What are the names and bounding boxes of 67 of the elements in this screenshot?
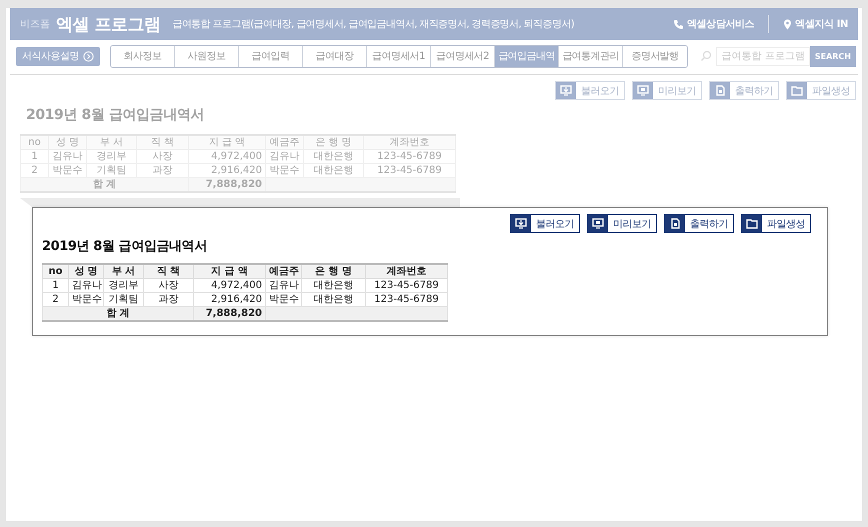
table-cell: 4,972,400 [194, 278, 266, 292]
monitor-icon [592, 218, 604, 229]
nav-tab[interactable]: 회사정보 [111, 46, 175, 66]
header-subtitle: 급여통합 프로그램(급여대장, 급여명세서, 급여입금내역서, 재직증명서, 경력증명서, 퇴직증명서) [172, 18, 574, 31]
column-header: 계좌번호 [364, 135, 456, 150]
report-title: 2019년 8월 급여입금내역서 [26, 106, 206, 124]
column-header: 성 명 [48, 135, 86, 150]
total-label: 합 계 [42, 306, 194, 321]
toolbar-button[interactable]: 파일생성 [786, 81, 856, 100]
table-cell: 경리부 [104, 278, 144, 292]
column-header: 부 서 [86, 135, 136, 150]
table-cell: 사장 [136, 150, 188, 164]
table-cell: 경리부 [86, 150, 136, 164]
nav-tab[interactable]: 급여입금내역 [495, 46, 559, 66]
table-cell: 사장 [144, 278, 194, 292]
table-cell: 김유나 [266, 278, 302, 292]
location-pin-icon [783, 18, 792, 30]
header-link[interactable]: 엑셀지식 IN [783, 17, 848, 31]
column-header: 계좌번호 [366, 264, 448, 278]
toolbar-button[interactable]: 불러오기 [555, 81, 625, 100]
column-header: 은 행 명 [304, 135, 364, 150]
toolbar-button[interactable]: 출력하기 [664, 214, 734, 233]
search-button[interactable]: SEARCH [810, 46, 856, 66]
folder-icon [746, 218, 758, 229]
table-cell: 김유나 [266, 150, 304, 164]
header-link[interactable]: 엑셀상담서비스 [673, 17, 754, 31]
document-icon [669, 218, 681, 229]
total-amount: 7,888,820 [194, 306, 266, 321]
table-cell: 1 [20, 150, 48, 164]
toolbar-button[interactable]: 불러오기 [510, 214, 580, 233]
column-header: 예금주 [266, 264, 302, 278]
column-header: 지 급 액 [194, 264, 266, 278]
table-cell: 123-45-6789 [366, 278, 448, 292]
table-cell: 김유나 [48, 150, 86, 164]
column-header: 지 급 액 [188, 135, 266, 150]
download-monitor-icon [515, 218, 527, 229]
table-cell: 1 [42, 278, 68, 292]
download-monitor-icon [560, 85, 572, 96]
monitor-icon [637, 85, 649, 96]
column-header: 성 명 [68, 264, 104, 278]
toolbar-button[interactable]: 파일생성 [741, 214, 811, 233]
total-amount: 7,888,820 [188, 178, 266, 192]
column-header: 부 서 [104, 264, 144, 278]
column-header: no [42, 264, 68, 278]
table-cell: 대한은행 [304, 150, 364, 164]
column-header: no [20, 135, 48, 150]
folder-icon [791, 85, 803, 96]
table-cell: 123-45-6789 [364, 150, 456, 164]
toolbar-button[interactable]: 미리보기 [587, 214, 657, 233]
arrow-circle-icon [83, 50, 94, 62]
brand-caption: 비즈폼 [20, 18, 50, 31]
column-header: 예금주 [266, 135, 304, 150]
phone-icon [673, 18, 684, 30]
column-header: 직 책 [144, 264, 194, 278]
guide-button[interactable]: 서식사용설명 [16, 46, 100, 66]
search-icon [700, 50, 712, 62]
table-cell: 4,972,400 [188, 150, 266, 164]
table-cell: 김유나 [68, 278, 104, 292]
report-title: 2019년 8월 급여입금내역서 [42, 238, 208, 255]
brand-title: 엑셀 프로그램 [56, 14, 160, 36]
column-header: 직 책 [136, 135, 188, 150]
total-label: 합 계 [20, 178, 188, 192]
toolbar-button[interactable]: 미리보기 [632, 81, 702, 100]
toolbar-button[interactable]: 출력하기 [709, 81, 779, 100]
table-cell: 대한은행 [302, 278, 366, 292]
column-header: 은 행 명 [302, 264, 366, 278]
document-icon [714, 85, 726, 96]
